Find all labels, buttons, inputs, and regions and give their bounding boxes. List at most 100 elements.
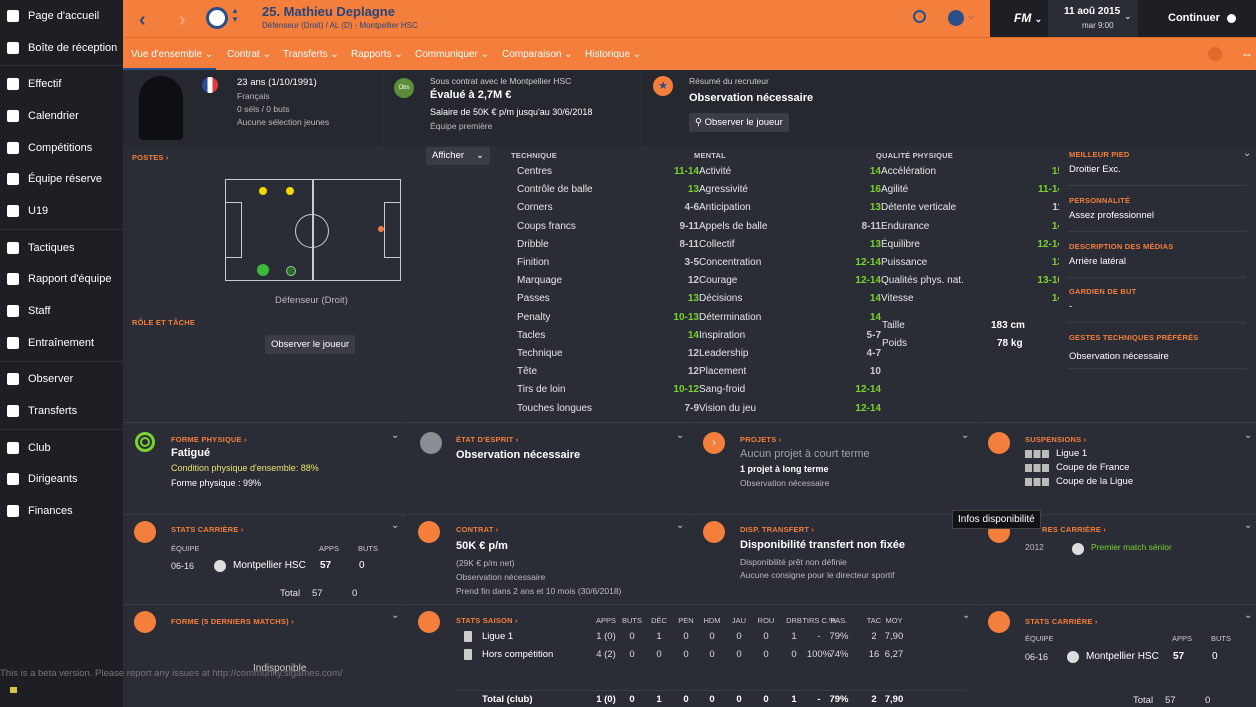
info-title: DESCRIPTION DES MÉDIAS [1069, 241, 1174, 251]
season-row-label: Hors compétition [482, 649, 554, 660]
attr-label: Coups francs [517, 220, 576, 232]
attr-label: Équilibre [881, 238, 920, 250]
tab-compare[interactable]: Comparaison ⌄ [502, 49, 573, 60]
continue-button[interactable]: Continuer [1168, 12, 1237, 24]
fitness-condition: Condition physique d'ensemble: 88% [171, 463, 319, 473]
sidebar-item-1[interactable]: Page d'accueil [0, 0, 123, 32]
contract-summary-panel: Obs Sous contrat avec le Montpellier HSC… [384, 70, 640, 145]
sidebar-item-16[interactable]: Finances [0, 495, 123, 527]
attr-label: Collectif [699, 238, 735, 250]
position-label: Défenseur (Droit) [275, 295, 348, 306]
sidebar-item-3[interactable]: Effectif [0, 68, 123, 100]
scout-player-button[interactable]: ⚲ Observer le joueur [689, 113, 789, 132]
salary-line: Salaire de 50K € p/m jusqu'au 30/6/2018 [430, 107, 593, 117]
sidebar-item-13[interactable]: Transferts [0, 395, 123, 427]
club-crest-icon[interactable] [206, 7, 228, 29]
top-right-panel: FM ⌄ 11 aoû 2015 mar 9:00 ⌄ Continuer [990, 0, 1256, 37]
fitness-status: Fatigué [171, 447, 211, 459]
sidebar-item-6[interactable]: Équipe réserve [0, 163, 123, 195]
attr-value: 14 [869, 311, 881, 323]
weight-value: 78 kg [997, 338, 1023, 349]
chevron-down-icon[interactable]: ⌄ [961, 430, 969, 441]
sidebar-item-4[interactable]: Calendrier [0, 100, 123, 132]
contract-title[interactable]: CONTRAT › [456, 525, 499, 534]
info-divider [1067, 185, 1247, 186]
sidebar-item-label: Tactiques [28, 241, 75, 254]
suspension-comp: Coupe de la Ligue [1056, 476, 1134, 487]
sidebar-item-2[interactable]: Boîte de réception [0, 32, 123, 64]
sidebar-item-7[interactable]: U19 [0, 195, 123, 227]
career2-h-team: ÉQUIPE [1025, 634, 1054, 643]
sidebar-item-8[interactable]: Tactiques [0, 232, 123, 264]
chevron-down-icon[interactable]: ⌄ [1244, 610, 1252, 621]
career2-title[interactable]: STATS CARRIÈRE › [1025, 617, 1098, 626]
chevron-down-icon[interactable]: ⌄ [962, 610, 970, 621]
afficher-dropdown[interactable]: Afficher ⌄ [426, 147, 490, 165]
morale-title[interactable]: ÉTAT D'ESPRIT › [456, 435, 518, 444]
tab-contract[interactable]: Contrat ⌄ [227, 49, 271, 60]
help-icon[interactable] [1208, 47, 1222, 61]
globe-icon[interactable] [948, 10, 964, 26]
suspensions-title[interactable]: SUSPENSIONS › [1025, 435, 1086, 444]
tab-history[interactable]: Historique ⌄ [585, 49, 641, 60]
sidebar-item-15[interactable]: Dirigeants [0, 464, 123, 496]
suspension-cards-icon [1025, 450, 1049, 458]
attr-value: 13 [869, 238, 881, 250]
fm-menu-button[interactable]: FM ⌄ [1014, 11, 1042, 25]
info-value: Assez professionnel [1069, 209, 1155, 221]
sidebar-item-10[interactable]: Staff [0, 295, 123, 327]
chevron-down-icon[interactable]: ⌄ [391, 610, 399, 621]
sidebar-item-14[interactable]: Club [0, 432, 123, 464]
forward-button[interactable]: › [179, 9, 186, 32]
tab-reports[interactable]: Rapports ⌄ [351, 49, 403, 60]
tab-transfers[interactable]: Transferts ⌄ [283, 49, 339, 60]
sidebar-item-12[interactable]: Observer [0, 364, 123, 396]
attr-label: Penalty [517, 311, 551, 323]
attr-value: 12 [687, 366, 699, 378]
transfer-title[interactable]: DISP. TRANSFERT › [740, 525, 814, 534]
career2-apps: 57 [1173, 651, 1185, 662]
fitness-title[interactable]: FORME PHYSIQUE › [171, 435, 247, 444]
chevron-down-icon[interactable]: ⌄ [1244, 430, 1252, 441]
plans-card: › PROJETS › Aucun projet à court terme 1… [693, 422, 977, 514]
attr-value: 9-11 [679, 220, 699, 232]
positions-title[interactable]: POSTES › [132, 153, 169, 162]
sidebar-item-9[interactable]: Rapport d'équipe [0, 264, 123, 296]
chevron-down-icon[interactable]: ⌄ [391, 520, 399, 531]
tab-overview[interactable]: Vue d'ensemble ⌄ [131, 49, 213, 60]
height-label: Taille [882, 320, 905, 331]
beta-notice: This is a beta version. Please report an… [0, 668, 343, 679]
player-value: Évalué à 2,7M € [430, 89, 512, 101]
records-title[interactable]: RES CARRIÈRE › [1042, 525, 1106, 534]
career-stats-title[interactable]: STATS CARRIÈRE › [171, 525, 244, 534]
search-icon[interactable] [913, 10, 926, 23]
sidebar-item-5[interactable]: Compétitions [0, 132, 123, 164]
transfer-status-card: DISP. TRANSFERT › Disponibilité transfer… [693, 514, 977, 604]
morale-card: ÉTAT D'ESPRIT › Observation nécessaire ⌄ [408, 422, 692, 514]
player-info-panel: MEILLEUR PIED Droitier Exc. PERSONNALITÉ As… [1059, 146, 1256, 421]
chevron-down-icon[interactable]: ⌄ [1244, 520, 1252, 531]
attr-value: 14 [869, 293, 881, 305]
club-switch-icon[interactable]: ▲ ▼ [231, 6, 239, 24]
plans-icon: › [703, 432, 725, 454]
back-button[interactable]: ‹ [139, 9, 146, 32]
sidebar-item-11[interactable]: Entraînement [0, 327, 123, 359]
tab-communicate[interactable]: Communiquer ⌄ [415, 49, 489, 60]
season-stats-title[interactable]: STATS SAISON › [456, 616, 518, 625]
chevron-down-icon[interactable]: ⌄ [391, 430, 399, 441]
chevron-down-icon[interactable]: ⌄ [676, 520, 684, 531]
observe-player-button[interactable]: Observer le joueur [265, 335, 356, 354]
plans-title[interactable]: PROJETS › [740, 435, 781, 444]
expand-icon[interactable]: ↔ [1241, 46, 1253, 60]
info-divider [1067, 322, 1247, 324]
chevron-down-icon[interactable]: ⌄ [1243, 148, 1251, 159]
attr-value: 12 [687, 348, 699, 359]
attr-value: 10-12 [673, 384, 699, 396]
chevron-down-icon[interactable]: ⌄ [676, 430, 684, 441]
chevron-down-icon[interactable]: ⌵ [968, 11, 975, 22]
team-line: Équipe première [430, 121, 493, 131]
date-panel[interactable]: 11 aoû 2015 mar 9:00 ⌄ [1048, 0, 1138, 37]
attr-value: 11-14 [673, 166, 699, 177]
attr-value: 7-9 [684, 402, 699, 414]
form-title[interactable]: FORME (5 DERNIERS MATCHS) › [171, 617, 294, 626]
